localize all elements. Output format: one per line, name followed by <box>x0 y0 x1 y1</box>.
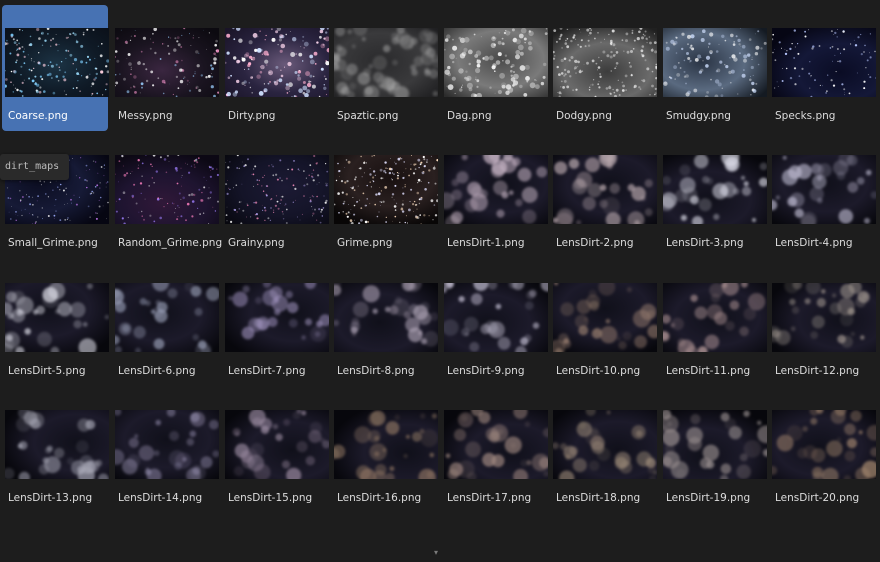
file-item[interactable]: LensDirt-20.png <box>769 387 876 513</box>
tooltip: dirt_maps <box>0 154 69 180</box>
file-thumbnail-image <box>444 283 548 352</box>
file-thumbnail-image <box>5 283 109 352</box>
file-item[interactable]: LensDirt-8.png <box>331 260 438 386</box>
file-name-label: Spaztic.png <box>337 110 399 122</box>
file-thumbnail-image <box>115 28 219 97</box>
file-thumbnail-image <box>663 410 767 479</box>
file-item[interactable]: LensDirt-19.png <box>660 387 767 513</box>
file-name-label: LensDirt-19.png <box>666 492 751 504</box>
file-item[interactable]: LensDirt-5.png <box>2 260 109 386</box>
file-thumbnail-image <box>115 283 219 352</box>
file-thumbnail-image <box>553 410 657 479</box>
file-thumbnail-image <box>5 410 109 479</box>
file-name-label: Small_Grime.png <box>8 237 98 249</box>
file-thumbnail-image <box>772 283 876 352</box>
file-item[interactable]: LensDirt-16.png <box>331 387 438 513</box>
file-item[interactable]: Random_Grime.png <box>112 132 222 258</box>
file-thumbnail-image <box>772 410 876 479</box>
file-name-label: Coarse.png <box>8 110 68 122</box>
file-item[interactable]: Specks.png <box>769 5 876 131</box>
file-name-label: LensDirt-8.png <box>337 365 415 377</box>
file-name-label: LensDirt-20.png <box>775 492 860 504</box>
file-thumbnail-image <box>663 283 767 352</box>
scroll-down-icon[interactable]: ▾ <box>434 548 438 557</box>
file-name-label: LensDirt-14.png <box>118 492 203 504</box>
file-name-label: LensDirt-11.png <box>666 365 751 377</box>
file-name-label: LensDirt-3.png <box>666 237 744 249</box>
file-thumbnail-image <box>553 283 657 352</box>
file-thumbnail-image <box>334 155 438 224</box>
file-item[interactable]: Grainy.png <box>222 132 329 258</box>
file-thumbnail-image <box>225 283 329 352</box>
file-item[interactable]: LensDirt-9.png <box>441 260 548 386</box>
file-name-label: LensDirt-18.png <box>556 492 641 504</box>
file-name-label: LensDirt-9.png <box>447 365 525 377</box>
file-item[interactable]: LensDirt-17.png <box>441 387 548 513</box>
file-item[interactable]: LensDirt-7.png <box>222 260 329 386</box>
file-name-label: LensDirt-1.png <box>447 237 525 249</box>
file-thumbnail-image <box>5 28 109 97</box>
file-item[interactable]: LensDirt-14.png <box>112 387 219 513</box>
file-thumbnail-image <box>444 28 548 97</box>
file-name-label: Messy.png <box>118 110 173 122</box>
file-item[interactable]: LensDirt-13.png <box>2 387 109 513</box>
file-name-label: LensDirt-13.png <box>8 492 93 504</box>
file-item[interactable]: LensDirt-6.png <box>112 260 219 386</box>
file-thumbnail-image <box>444 410 548 479</box>
file-name-label: Dag.png <box>447 110 492 122</box>
file-name-label: Grainy.png <box>228 237 285 249</box>
file-item[interactable]: LensDirt-2.png <box>550 132 657 258</box>
file-name-label: LensDirt-15.png <box>228 492 313 504</box>
file-thumbnail-image <box>115 155 219 224</box>
file-name-label: Specks.png <box>775 110 836 122</box>
file-name-label: LensDirt-16.png <box>337 492 422 504</box>
file-item[interactable]: Coarse.png <box>2 5 109 131</box>
file-name-label: LensDirt-4.png <box>775 237 853 249</box>
file-thumbnail-image <box>225 410 329 479</box>
file-name-label: Grime.png <box>337 237 393 249</box>
file-name-label: Random_Grime.png <box>118 237 223 249</box>
file-name-label: LensDirt-7.png <box>228 365 306 377</box>
file-name-label: LensDirt-2.png <box>556 237 634 249</box>
file-thumbnail-image <box>663 155 767 224</box>
file-item[interactable]: Messy.png <box>112 5 219 131</box>
file-name-label: LensDirt-12.png <box>775 365 860 377</box>
file-thumbnail-image <box>225 155 329 224</box>
file-item[interactable]: Grime.png <box>331 132 438 258</box>
file-name-label: LensDirt-5.png <box>8 365 86 377</box>
file-thumbnail-image <box>334 28 438 97</box>
file-thumbnail-image <box>225 28 329 97</box>
file-item[interactable]: LensDirt-4.png <box>769 132 876 258</box>
file-name-label: LensDirt-10.png <box>556 365 641 377</box>
file-thumbnail-image <box>553 155 657 224</box>
file-item[interactable]: LensDirt-10.png <box>550 260 657 386</box>
file-item[interactable]: LensDirt-15.png <box>222 387 329 513</box>
file-item[interactable]: LensDirt-3.png <box>660 132 767 258</box>
file-item[interactable]: Smudgy.png <box>660 5 767 131</box>
file-thumbnail-image <box>115 410 219 479</box>
file-item[interactable]: Small_Grime.png <box>2 132 109 258</box>
file-name-label: Smudgy.png <box>666 110 731 122</box>
file-thumbnail-image <box>553 28 657 97</box>
file-item[interactable]: Dag.png <box>441 5 548 131</box>
file-name-label: Dodgy.png <box>556 110 612 122</box>
file-item[interactable]: Dirty.png <box>222 5 329 131</box>
file-thumbnail-image <box>444 155 548 224</box>
file-item[interactable]: LensDirt-1.png <box>441 132 548 258</box>
file-item[interactable]: LensDirt-18.png <box>550 387 657 513</box>
file-name-label: LensDirt-6.png <box>118 365 196 377</box>
file-name-label: LensDirt-17.png <box>447 492 532 504</box>
file-item[interactable]: LensDirt-12.png <box>769 260 876 386</box>
file-thumbnail-image <box>334 410 438 479</box>
file-name-label: Dirty.png <box>228 110 276 122</box>
file-thumbnail-image <box>772 28 876 97</box>
file-item[interactable]: Dodgy.png <box>550 5 657 131</box>
file-thumbnail-image <box>334 283 438 352</box>
file-thumbnail-image <box>663 28 767 97</box>
file-thumbnail-grid: Coarse.png Messy.png Dirty.png Spaztic.png D… <box>0 0 880 562</box>
file-item[interactable]: Spaztic.png <box>331 5 438 131</box>
file-item[interactable]: LensDirt-11.png <box>660 260 767 386</box>
file-thumbnail-image <box>772 155 876 224</box>
